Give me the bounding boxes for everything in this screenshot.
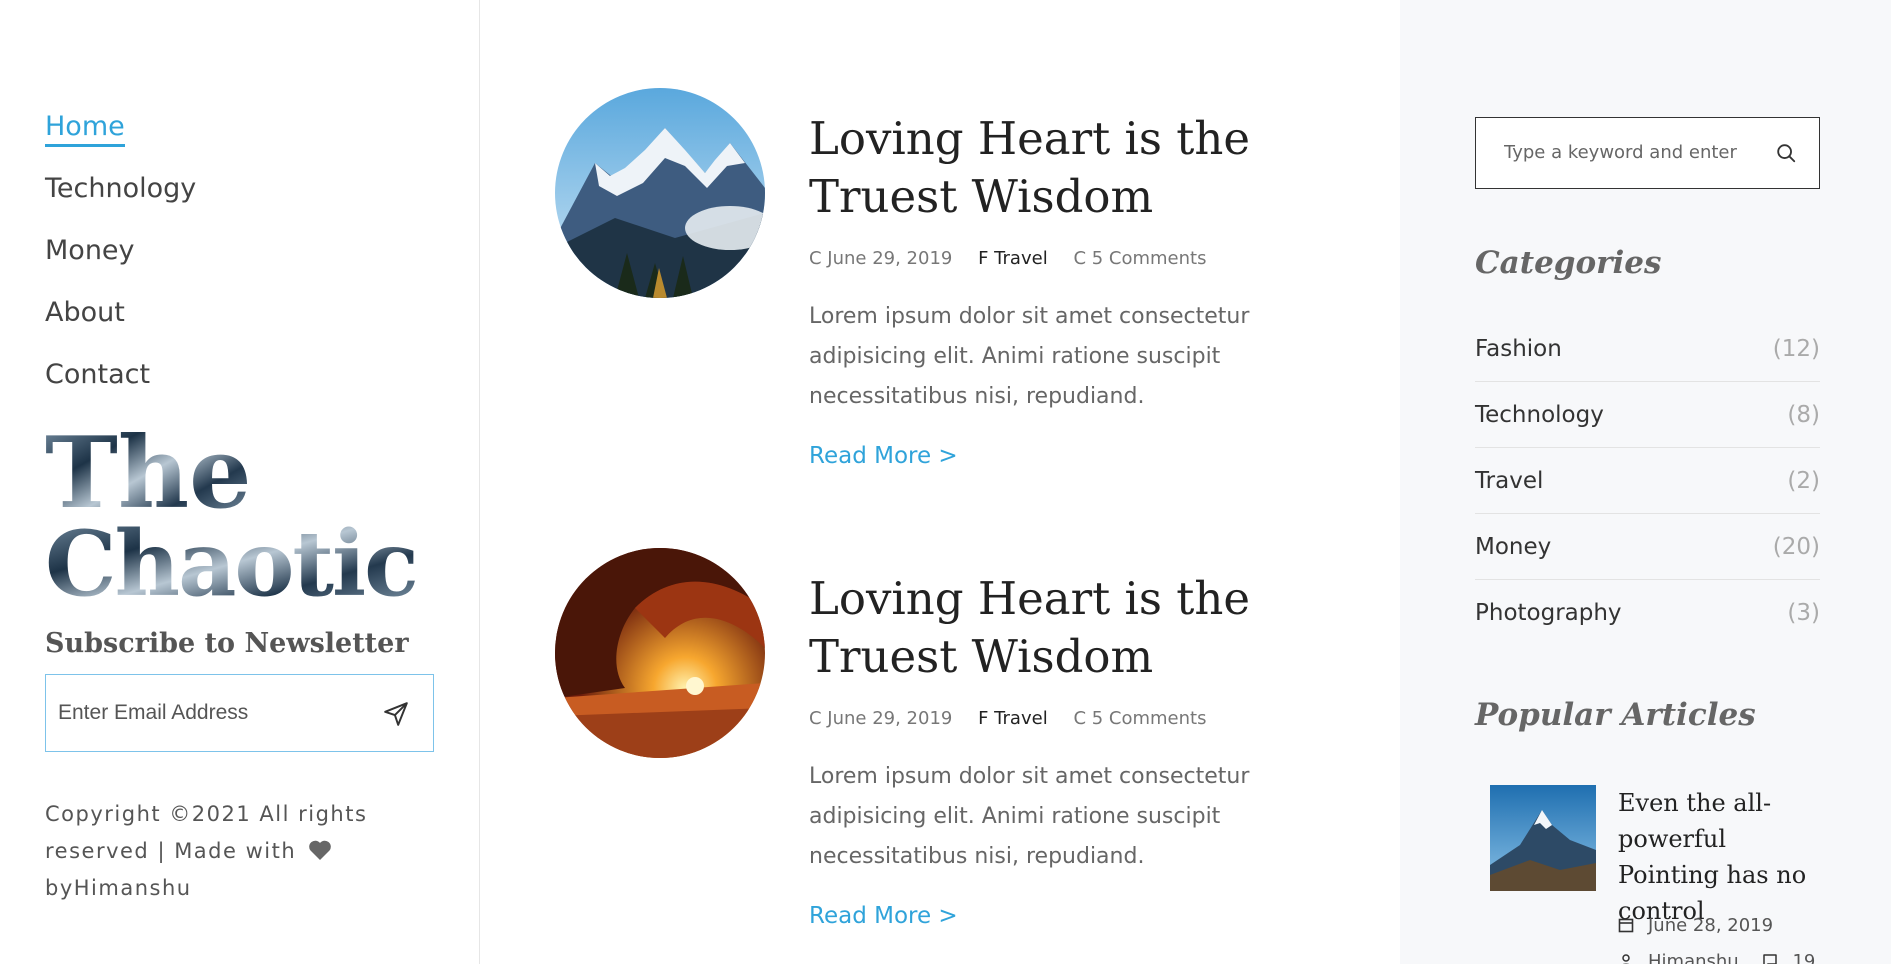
search-input[interactable] bbox=[1504, 118, 1764, 187]
post-excerpt: Lorem ipsum dolor sit amet consectetur a… bbox=[809, 764, 1250, 869]
calendar-icon bbox=[1618, 918, 1634, 933]
category-item-fashion[interactable]: Fashion (12) bbox=[1475, 316, 1820, 382]
nav-item-home[interactable]: Home bbox=[45, 96, 196, 158]
heart-icon bbox=[309, 840, 332, 860]
category-count: (8) bbox=[1787, 401, 1820, 428]
category-item-technology[interactable]: Technology (8) bbox=[1475, 382, 1820, 448]
categories-title: Categories bbox=[1475, 245, 1662, 281]
post-title[interactable]: Loving Heart is the Truest Wisdom bbox=[809, 110, 1329, 226]
newsletter-form bbox=[45, 674, 434, 752]
category-name: Money bbox=[1475, 533, 1552, 560]
search-form bbox=[1475, 117, 1820, 189]
comment-icon bbox=[1763, 954, 1778, 964]
post-body: Loving Heart is the Truest Wisdom C June… bbox=[809, 110, 1329, 469]
category-count: (12) bbox=[1772, 335, 1820, 362]
send-icon[interactable] bbox=[383, 701, 409, 727]
copyright: Copyright ©2021 All rights reserved | Ma… bbox=[45, 796, 375, 907]
category-name: Photography bbox=[1475, 600, 1622, 626]
email-input[interactable] bbox=[58, 675, 358, 751]
post-excerpt: Lorem ipsum dolor sit amet consectetur a… bbox=[809, 304, 1250, 409]
post-meta: C June 29, 2019 F Travel C 5 Comments bbox=[809, 708, 1329, 729]
popular-articles-title: Popular Articles bbox=[1475, 697, 1756, 733]
newsletter-title: Subscribe to Newsletter bbox=[45, 628, 409, 659]
category-count: (3) bbox=[1787, 600, 1820, 626]
post-meta: C June 29, 2019 F Travel C 5 Comments bbox=[809, 248, 1329, 269]
read-more-link[interactable]: Read More > bbox=[809, 903, 958, 929]
author-name[interactable]: Himanshu bbox=[1648, 951, 1739, 964]
main-nav: Home Technology Money About Contact bbox=[45, 96, 196, 406]
nav-item-contact[interactable]: Contact bbox=[45, 344, 196, 406]
popular-article-meta: Himanshu 19 bbox=[1618, 951, 1815, 964]
post-thumbnail[interactable] bbox=[555, 88, 765, 298]
category-count: (20) bbox=[1772, 533, 1820, 560]
comment-count: 19 bbox=[1792, 951, 1816, 964]
post-comments[interactable]: C 5 Comments bbox=[1073, 708, 1206, 729]
category-name: Technology bbox=[1475, 401, 1604, 428]
right-sidebar: Categories Fashion (12) Technology (8) T… bbox=[1400, 0, 1891, 964]
popular-article-date: June 28, 2019 bbox=[1618, 915, 1773, 936]
user-icon bbox=[1622, 954, 1630, 964]
post-thumbnail[interactable] bbox=[555, 548, 765, 758]
search-icon[interactable] bbox=[1775, 142, 1797, 164]
post-comments[interactable]: C 5 Comments bbox=[1073, 248, 1206, 269]
author-credit: byHimanshu bbox=[45, 876, 192, 900]
nav-item-about[interactable]: About bbox=[45, 282, 196, 344]
logo-line-2: Chaotic bbox=[45, 511, 417, 605]
nav-item-technology[interactable]: Technology bbox=[45, 158, 196, 220]
nav-item-money[interactable]: Money bbox=[45, 220, 196, 282]
post-title[interactable]: Loving Heart is the Truest Wisdom bbox=[809, 570, 1329, 686]
category-item-travel[interactable]: Travel (2) bbox=[1475, 448, 1820, 514]
post-category[interactable]: F Travel bbox=[978, 708, 1048, 729]
category-name: Travel bbox=[1475, 467, 1544, 494]
post-body: Loving Heart is the Truest Wisdom C June… bbox=[809, 570, 1329, 929]
popular-article-thumbnail[interactable] bbox=[1490, 785, 1596, 891]
date-text: June 28, 2019 bbox=[1648, 915, 1774, 936]
site-logo[interactable]: The Chaotic bbox=[45, 425, 445, 605]
category-count: (2) bbox=[1787, 467, 1820, 494]
post-category[interactable]: F Travel bbox=[978, 248, 1048, 269]
post-list: Loving Heart is the Truest Wisdom C June… bbox=[481, 0, 1399, 964]
category-item-photography[interactable]: Photography (3) bbox=[1475, 580, 1820, 646]
category-list: Fashion (12) Technology (8) Travel (2) M… bbox=[1475, 316, 1820, 646]
post-date: C June 29, 2019 bbox=[809, 248, 953, 269]
read-more-link[interactable]: Read More > bbox=[809, 443, 958, 469]
popular-article-title[interactable]: Even the all-powerful Pointing has no co… bbox=[1618, 785, 1833, 929]
category-item-money[interactable]: Money (20) bbox=[1475, 514, 1820, 580]
category-name: Fashion bbox=[1475, 335, 1562, 362]
post-date: C June 29, 2019 bbox=[809, 708, 953, 729]
left-sidebar: Home Technology Money About Contact The … bbox=[0, 0, 480, 964]
